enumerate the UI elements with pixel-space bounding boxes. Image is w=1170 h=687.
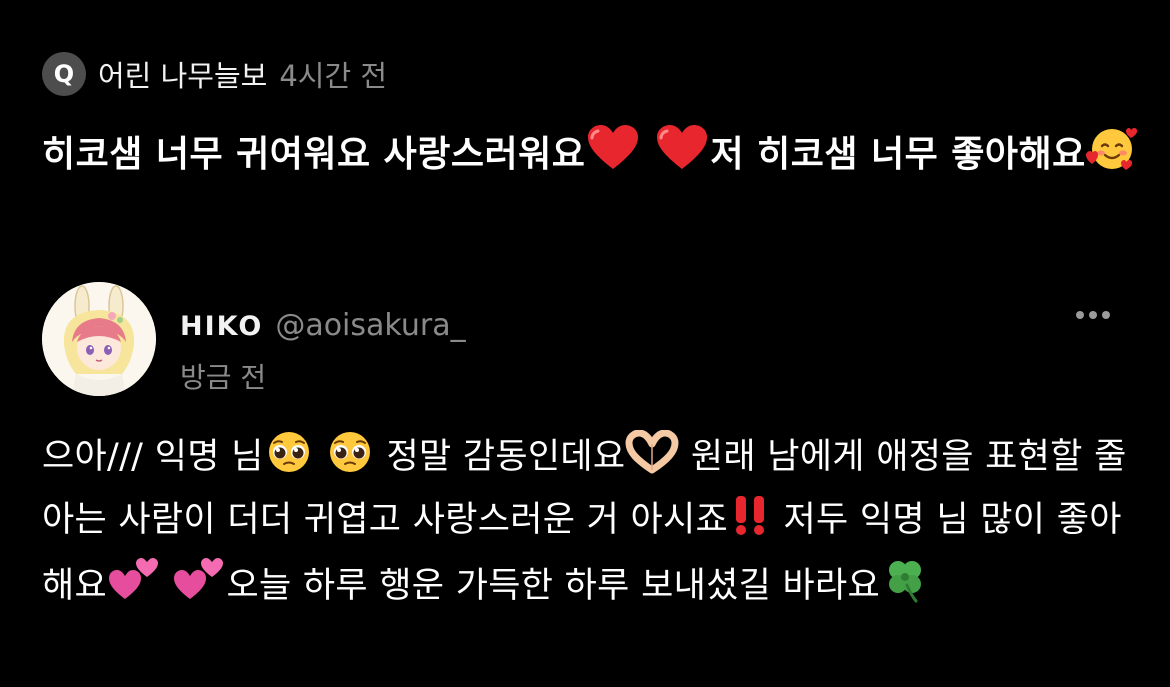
pleading-face-icon: [264, 428, 314, 492]
author-handle[interactable]: @aoisakura_: [275, 308, 465, 343]
smiling-face-with-hearts-icon: [1085, 124, 1138, 192]
avatar[interactable]: [42, 282, 156, 396]
answer-text-part-2: 정말 감동인데요: [375, 437, 626, 477]
answer-text: 으아/// 익명 님 정말 감동인데요 원래 남에게 애정을 표현할 줄 아는 …: [42, 428, 1142, 621]
question-text-part-1: 히코샘 너무 귀여워요 사랑스러워요: [42, 134, 586, 175]
double-exclamation-icon: [728, 493, 772, 555]
red-heart-icon: [654, 124, 710, 192]
four-leaf-clover-icon: [880, 555, 930, 621]
two-hearts-icon: [172, 555, 226, 621]
red-heart-icon: [585, 124, 641, 192]
heart-hands-icon: [625, 429, 679, 492]
answer-time: 방금 전: [180, 361, 267, 394]
question-author[interactable]: 어린 나무늘보: [98, 53, 267, 95]
more-options-button[interactable]: [1068, 303, 1118, 327]
question-badge: Q: [42, 52, 86, 96]
more-dot: [1089, 311, 1097, 319]
question-text: 히코샘 너무 귀여워요 사랑스러워요 저 히코샘 너무 좋아해요: [42, 124, 1142, 192]
question-text-part-2: 저 히코샘 너무 좋아해요: [710, 134, 1086, 175]
qna-post: Q 어린 나무늘보 4시간 전 히코샘 너무 귀여워요 사랑스러워요 저 히코샘…: [0, 0, 1170, 687]
question-time: 4시간 전: [279, 59, 388, 93]
pleading-face-icon: [325, 428, 375, 492]
author-name[interactable]: HIKO: [180, 311, 263, 342]
two-hearts-icon: [107, 555, 161, 621]
answer-text-part-1: 으아/// 익명 님: [42, 437, 264, 477]
more-dot: [1102, 311, 1110, 319]
question-header: Q 어린 나무늘보 4시간 전: [42, 52, 387, 96]
answer-text-part-5: 오늘 하루 행운 가득한 하루 보내셨길 바라요: [226, 566, 881, 606]
more-dot: [1076, 311, 1084, 319]
answer-author: HIKO @aoisakura_: [180, 308, 466, 343]
